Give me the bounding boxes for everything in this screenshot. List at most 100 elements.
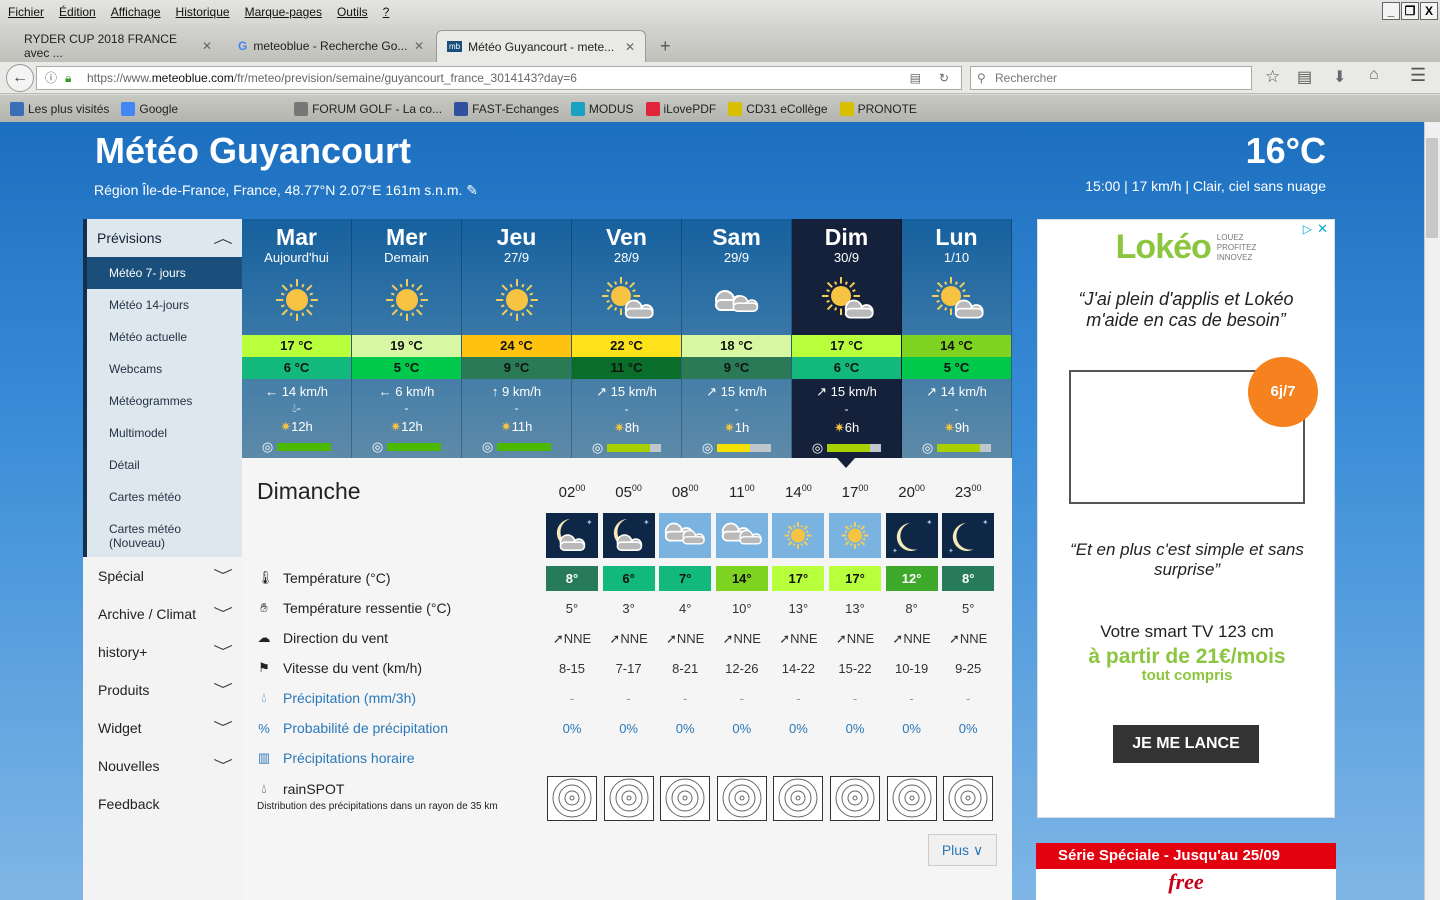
close-window-button[interactable]: X <box>1420 2 1438 20</box>
day-column[interactable]: Jeu 27/9 24 °C 9 °C ↑ 9 km/h - ✷11h ◎ <box>462 219 572 458</box>
predictability: ◎ <box>352 439 461 455</box>
sidebar-subitem[interactable]: Cartes météo (Nouveau) <box>87 513 242 559</box>
sunshine: ✷6h <box>792 420 901 436</box>
temp-icon: 🌡︎ <box>257 570 274 585</box>
close-tab-icon[interactable]: ✕ <box>625 40 635 54</box>
menu-item-4[interactable]: Marque-pages <box>245 5 322 19</box>
url-bar[interactable]: ⓘ 🔒︎ https://www.meteoblue.com/fr/meteo/… <box>36 66 962 90</box>
weather-icon-sun-cloud <box>572 265 681 335</box>
day-column[interactable]: Sam 29/9 18 °C 9 °C ↗ 15 km/h - ✷1h ◎ <box>682 219 792 458</box>
rainspot-map[interactable] <box>660 776 711 821</box>
reload-icon[interactable]: ↻ <box>939 67 949 89</box>
ad-cta-button[interactable]: JE ME LANCE <box>1113 725 1259 763</box>
tab-title: Météo Guyancourt - mete... <box>468 39 615 54</box>
sidebar-item[interactable]: Spécial ﹀ <box>83 557 242 595</box>
bookmark-item[interactable]: FORUM GOLF - La co... <box>294 101 442 116</box>
bookmarks-list-icon[interactable]: ▤ <box>1297 67 1312 87</box>
prec-icon: 💧︎ <box>261 690 267 705</box>
sidebar-subitem[interactable]: Météogrammes <box>87 385 242 417</box>
menu-item-5[interactable]: Outils <box>337 5 368 19</box>
new-tab-button[interactable]: + <box>650 30 681 62</box>
hour: 08 <box>671 484 689 501</box>
day-column[interactable]: Mar Aujourd'hui 17 °C 6 °C ← 14 km/h 💧︎- ✷12h ◎ <box>242 219 352 458</box>
bookmark-item[interactable]: iLovePDF <box>645 101 716 116</box>
wind-speed: 14 km/h <box>940 384 987 399</box>
sidebar-subitem[interactable]: Météo actuelle <box>87 321 242 353</box>
bookmark-item[interactable]: Google <box>121 101 178 116</box>
edit-icon[interactable]: ✎ <box>466 182 478 198</box>
wind-arrow-icon: ↗ <box>706 384 721 399</box>
ad-price: à partir de 21€/mois <box>1088 645 1286 668</box>
back-button[interactable]: ← <box>6 64 34 92</box>
rainspot-map[interactable] <box>886 776 937 821</box>
day-column[interactable]: Mer Demain 19 °C 5 °C ← 6 km/h - ✷12h ◎ <box>352 219 462 458</box>
home-icon[interactable]: ⌂ <box>1369 66 1379 84</box>
sidebar-subitem[interactable]: Détail <box>87 449 242 481</box>
rainspot-map[interactable] <box>943 776 994 821</box>
close-tab-icon[interactable]: ✕ <box>202 39 212 53</box>
google-icon: G <box>238 39 248 53</box>
advertisement-free[interactable]: Série Spéciale - Jusqu'au 25/09 free <box>1036 843 1336 900</box>
sidebar-item-label: Nouvelles <box>98 758 160 774</box>
menu-item-6[interactable]: ? <box>383 5 390 19</box>
tab-google-search[interactable]: Gmeteoblue - Recherche Go... ✕ <box>228 30 434 62</box>
day-column[interactable]: Dim 30/9 17 °C 6 °C ↗ 15 km/h - ✷6h ◎ <box>792 219 902 458</box>
search-input[interactable]: ⚲ Rechercher <box>970 66 1252 90</box>
sidebar-item[interactable]: Feedback <box>83 785 242 823</box>
sunshine-hours: 9h <box>954 420 970 435</box>
menu-icon[interactable]: ☰ <box>1410 65 1426 86</box>
location-text: Région Île-de-France, France, 48.77°N 2.… <box>94 182 463 198</box>
hour-temperature: 14° <box>715 566 768 591</box>
rainspot-map[interactable] <box>603 776 654 821</box>
tab-ryder-cup[interactable]: RYDER CUP 2018 FRANCE avec ... ✕ <box>14 30 222 62</box>
tab-meteo-guyancourt[interactable]: mb Météo Guyancourt - mete... ✕ <box>436 30 646 62</box>
more-button[interactable]: Plus ∨ <box>928 834 997 866</box>
row-label-prec[interactable]: 💧︎ Précipitation (mm/3h) <box>257 690 416 706</box>
sidebar-item[interactable]: Produits ﹀ <box>83 671 242 709</box>
rainspot-map[interactable] <box>716 776 767 821</box>
sidebar-item[interactable]: Widget ﹀ <box>83 709 242 747</box>
sidebar-item[interactable]: Nouvelles ﹀ <box>83 747 242 785</box>
day-column[interactable]: Ven 28/9 22 °C 11 °C ↗ 15 km/h - ✷8h ◎ <box>572 219 682 458</box>
menu-item-3[interactable]: Historique <box>176 5 230 19</box>
bookmark-item[interactable]: MODUS <box>570 101 634 116</box>
predictability-icon: ◎ <box>701 440 714 455</box>
restore-button[interactable]: ❐ <box>1401 2 1419 20</box>
bookmark-item[interactable]: FAST-Echanges <box>454 101 559 116</box>
sidebar-section-previsions[interactable]: Prévisions ︿ <box>87 219 242 257</box>
scrollbar-thumb[interactable] <box>1426 138 1438 238</box>
minimize-button[interactable]: _ <box>1382 2 1400 20</box>
close-tab-icon[interactable]: ✕ <box>414 39 424 53</box>
sidebar-subitem[interactable]: Cartes météo <box>87 481 242 513</box>
reader-view-icon[interactable]: ▤ <box>910 67 921 89</box>
sidebar-item-label: Spécial <box>98 568 144 584</box>
rainspot-map[interactable] <box>547 776 597 821</box>
menu-item-1[interactable]: Édition <box>59 5 96 19</box>
row-label-prob[interactable]: % Probabilité de précipitation <box>257 720 448 736</box>
current-temperature: 16°C <box>1245 130 1326 171</box>
bookmark-item[interactable]: Les plus visités <box>10 101 109 116</box>
adchoices-icon[interactable]: ▷ <box>1303 222 1312 236</box>
sidebar-item[interactable]: history+ ﹀ <box>83 633 242 671</box>
row-label-rainspot[interactable]: 💧︎ rainSPOT <box>257 781 344 797</box>
bookmark-item[interactable]: PRONOTE <box>839 101 917 116</box>
bookmark-star-icon[interactable]: ☆ <box>1265 67 1280 87</box>
sidebar-subitem[interactable]: Webcams <box>87 353 242 385</box>
menu-item-0[interactable]: Fichier <box>8 5 44 19</box>
advertisement[interactable]: ▷ ✕ Lokéo LOUEZ PROFITEZ INNOVEZ “J'ai ple… <box>1037 219 1335 818</box>
menu-item-2[interactable]: Affichage <box>111 5 161 19</box>
day-column[interactable]: Lun 1/10 14 °C 5 °C ↗ 14 km/h - ✷9h ◎ <box>902 219 1012 458</box>
wind-speed: 8-21 <box>672 661 699 676</box>
scrollbar[interactable] <box>1424 122 1440 900</box>
download-icon[interactable]: ⬇ <box>1333 67 1346 87</box>
sidebar-item[interactable]: Archive / Climat ﹀ <box>83 595 242 633</box>
sidebar-subitem[interactable]: Multimodel <box>87 417 242 449</box>
bookmark-item[interactable]: CD31 eCollège <box>728 101 828 116</box>
rainspot-map[interactable] <box>830 776 880 821</box>
row-label-hourly[interactable]: ▥ Précipitations horaire <box>257 750 415 766</box>
info-icon[interactable]: ⓘ <box>45 67 57 89</box>
sidebar-subitem[interactable]: Météo 14-jours <box>87 289 242 321</box>
sidebar-subitem[interactable]: Météo 7- jours <box>87 257 242 289</box>
rainspot-map[interactable] <box>773 776 824 821</box>
close-ad-icon[interactable]: ✕ <box>1317 221 1328 237</box>
